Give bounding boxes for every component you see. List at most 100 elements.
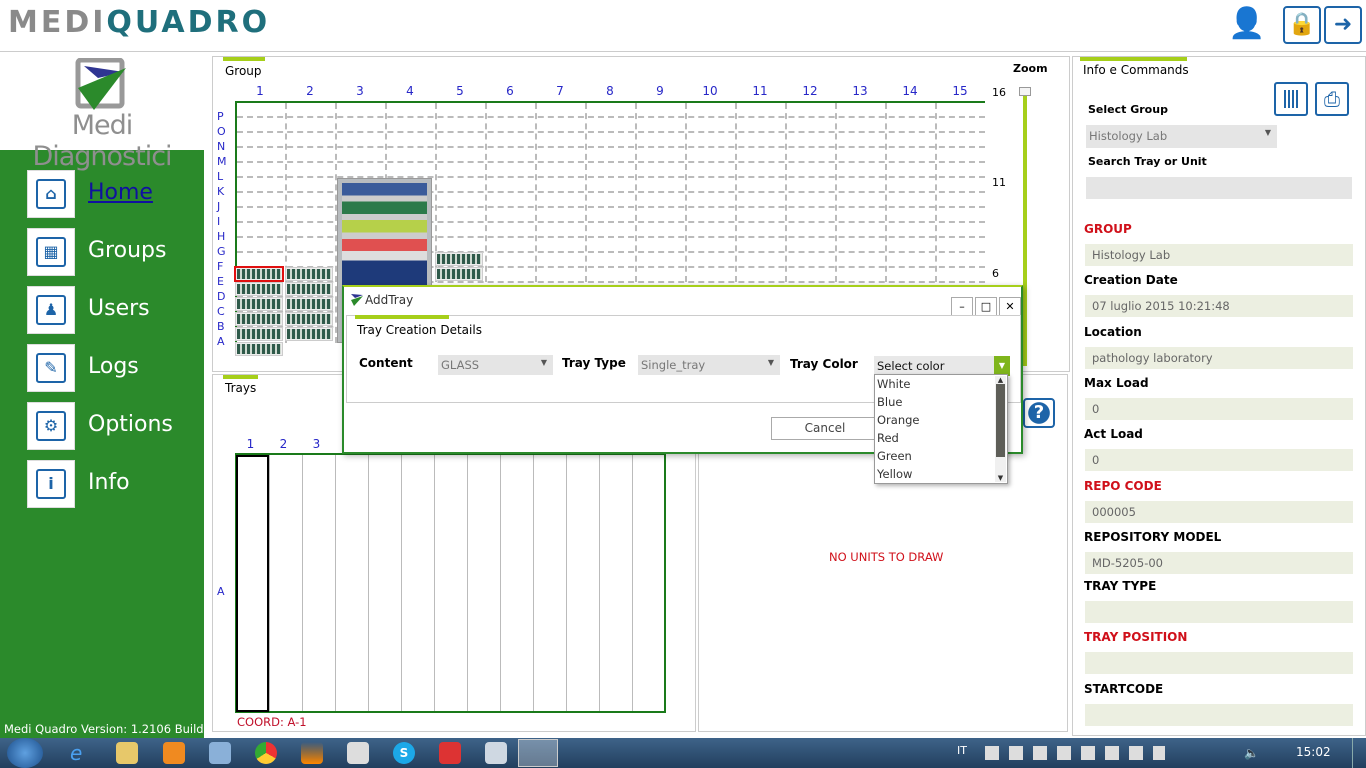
maximize-button[interactable]: □ [975, 297, 997, 316]
gears-icon: ⚙ [27, 402, 75, 450]
tray-mark[interactable] [234, 266, 284, 282]
tray-mark[interactable] [285, 297, 333, 311]
tray-icons[interactable] [985, 746, 1165, 760]
tray-slot-divider [269, 455, 270, 711]
tray-mark[interactable] [235, 282, 283, 296]
tray-mark[interactable] [235, 312, 283, 326]
sidebar-item-logs[interactable]: ✎ Logs [27, 344, 202, 392]
info-field-value: 07 luglio 2015 10:21:48 [1085, 295, 1353, 318]
color-option[interactable]: Green [877, 449, 912, 467]
tray-mark[interactable] [435, 252, 483, 266]
edit-icon: ✎ [27, 344, 75, 392]
remote-desktop-icon[interactable] [209, 742, 231, 764]
info-field-value: 000005 [1085, 500, 1353, 523]
barcode-icon[interactable] [1274, 82, 1308, 116]
color-option[interactable]: White [877, 377, 910, 395]
sidebar-item-groups[interactable]: ▦ Groups [27, 228, 202, 276]
tray-mark[interactable] [235, 342, 283, 356]
taskbar-mediquadro-app[interactable] [518, 739, 558, 767]
trays-grid[interactable] [235, 453, 666, 713]
zoom-slider-track[interactable] [1023, 96, 1027, 366]
tray-slot-divider [467, 455, 468, 711]
tray-mark[interactable] [285, 267, 333, 281]
grid-line [237, 116, 985, 118]
logo-mark-icon [75, 58, 126, 110]
accent-bar [355, 315, 449, 319]
color-option[interactable]: Red [877, 431, 899, 449]
tray-mark[interactable] [285, 327, 333, 341]
chrome-icon[interactable] [255, 742, 277, 764]
minimize-button[interactable]: – [951, 297, 973, 316]
tray-mark[interactable] [285, 282, 333, 296]
sidebar-item-options[interactable]: ⚙ Options [27, 402, 202, 450]
color-option[interactable]: Orange [877, 413, 920, 431]
info-title: Info e Commands [1083, 63, 1189, 77]
tray-mark[interactable] [235, 297, 283, 311]
trays-title: Trays [225, 381, 257, 395]
color-option[interactable]: Blue [877, 395, 902, 413]
tray-mark[interactable] [235, 327, 283, 341]
media-player-icon[interactable] [163, 742, 185, 764]
cancel-button[interactable]: Cancel [771, 417, 879, 440]
show-desktop-button[interactable] [1352, 738, 1366, 768]
tray-type-dropdown[interactable]: Single_tray ▼ [638, 355, 780, 375]
chevron-down-icon: ▼ [1264, 128, 1271, 137]
group-row-label: B [217, 320, 225, 333]
language-indicator[interactable]: IT [957, 744, 967, 757]
content-dropdown[interactable]: GLASS ▼ [438, 355, 553, 375]
info-field-label: TRAY POSITION [1084, 630, 1188, 645]
select-group-value: Histology Lab [1089, 129, 1168, 143]
ccleaner-icon[interactable] [439, 742, 461, 764]
group-row-label: H [217, 230, 226, 243]
group-col-label: 11 [752, 84, 768, 98]
tray-color-label: Tray Color [790, 357, 858, 371]
info-field-label: REPOSITORY MODEL [1084, 529, 1222, 544]
sidebar-item-home[interactable]: ⌂ Home [27, 170, 202, 218]
search-input[interactable] [1086, 177, 1352, 199]
folder-icon[interactable] [116, 742, 138, 764]
print-icon[interactable]: ⎙ [1315, 82, 1349, 116]
tray-color-dropdown[interactable]: Select color ▼ [874, 356, 1010, 376]
color-option[interactable]: Yellow [877, 467, 912, 485]
grid-line [237, 161, 985, 163]
tray-slot-divider [500, 455, 501, 711]
ie-icon[interactable]: e [70, 742, 92, 764]
content-value: GLASS [441, 358, 480, 372]
chevron-down-icon: ▼ [767, 358, 774, 367]
info-field-label: STARTCODE [1084, 681, 1164, 696]
calculator-icon[interactable] [485, 742, 507, 764]
help-icon[interactable]: ? [1023, 398, 1055, 428]
scrollbar[interactable]: ▲ ▼ [995, 376, 1006, 482]
clock[interactable]: 15:02 [1296, 745, 1331, 759]
select-group-dropdown[interactable]: Histology Lab ▼ [1086, 125, 1277, 148]
version-label: Medi Quadro Version: 1.2106 Build 138 [4, 722, 208, 736]
chevron-down-icon: ▼ [540, 358, 547, 367]
skype-icon[interactable]: S [393, 742, 415, 764]
group-row-label: M [217, 155, 227, 168]
chevron-down-icon[interactable]: ▼ [994, 356, 1010, 376]
start-button[interactable] [7, 738, 43, 768]
info-field-value: pathology laboratory [1085, 346, 1353, 369]
info-field-label: Creation Date [1084, 273, 1178, 288]
logout-icon[interactable]: ➜ [1324, 6, 1362, 44]
sidebar-item-info[interactable]: i Info [27, 460, 202, 508]
close-button[interactable]: ✕ [999, 297, 1021, 316]
volume-icon[interactable]: 🔈 [1244, 746, 1259, 760]
zoom-slider-thumb[interactable] [1019, 87, 1031, 96]
group-row-label: G [217, 245, 226, 258]
tray-mark[interactable] [435, 267, 483, 281]
calendar-icon[interactable] [347, 742, 369, 764]
group-col-label: 13 [852, 84, 868, 98]
vlc-icon[interactable] [301, 742, 323, 764]
selected-tray-slot[interactable] [236, 455, 269, 712]
group-row-label: P [217, 110, 224, 123]
sidebar-item-users[interactable]: ♟ Users [27, 286, 202, 334]
group-col-label: 15 [952, 84, 968, 98]
info-field-value: Histology Lab [1085, 244, 1353, 266]
lock-icon[interactable]: 🔒 [1283, 6, 1321, 44]
tray-mark[interactable] [285, 312, 333, 326]
user-help-icon[interactable]: 👤 [1228, 6, 1268, 46]
section-title: Tray Creation Details [357, 323, 482, 337]
scrollbar-thumb[interactable] [996, 384, 1005, 457]
group-row-label: I [217, 215, 221, 228]
